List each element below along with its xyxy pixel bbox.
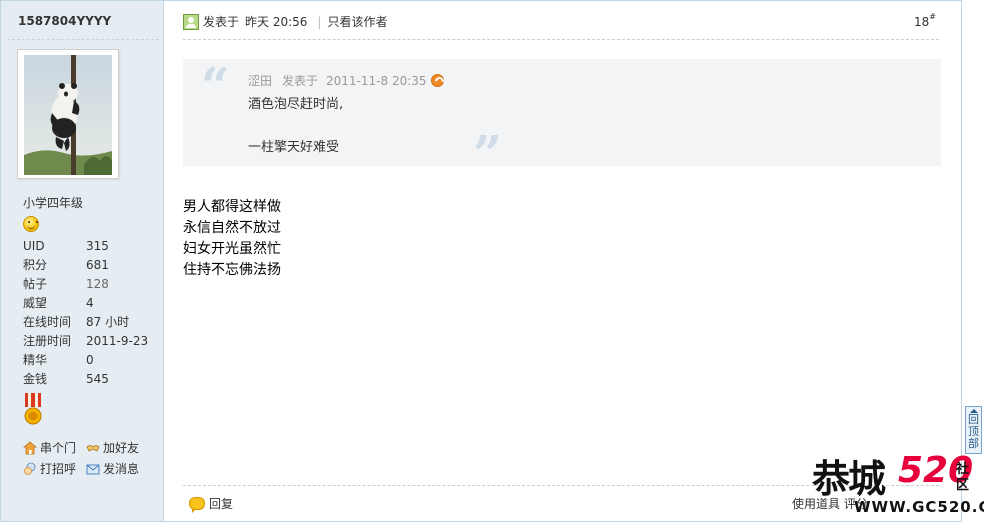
visit-label: 串个门	[40, 441, 77, 455]
stat-label: 精华	[23, 353, 48, 367]
post-body-line: 男人都得这样做	[183, 199, 281, 215]
quote-posted-prefix: 发表于	[282, 74, 319, 88]
reply-button[interactable]: 回复	[189, 495, 234, 513]
post-body-line: 妇女开光虽然忙	[183, 241, 281, 257]
post-body-line: 永信自然不放过	[183, 220, 281, 236]
divider	[183, 485, 939, 486]
avatar[interactable]	[17, 49, 119, 179]
post-container: 1587804YYYY 小学四年级 UID 315 积分 681 帖子 128 …	[0, 0, 962, 522]
stat-value: 545	[86, 372, 109, 386]
add-friend-label: 加好友	[103, 441, 140, 455]
post-tools[interactable]: 使用道具 评分	[792, 495, 868, 512]
posted-prefix: 发表于	[203, 15, 240, 29]
online-status-icon	[183, 13, 199, 30]
back-to-top-label: 回顶部	[968, 413, 979, 450]
reply-label: 回复	[209, 497, 234, 511]
posted-time: 昨天 20:56	[245, 15, 308, 29]
quote-time: 2011-11-8 20:35	[326, 73, 427, 88]
author-sidebar: 1587804YYYY 小学四年级 UID 315 积分 681 帖子 128 …	[1, 1, 164, 521]
floor-number-link[interactable]: 18#	[914, 12, 936, 29]
stat-label: UID	[23, 239, 45, 253]
post-meta: 发表于 昨天 20:56 | 只看该作者	[183, 13, 387, 30]
stat-label: 积分	[23, 258, 48, 272]
divider	[7, 39, 159, 40]
meta-separator: |	[317, 14, 322, 29]
stat-label: 在线时间	[23, 315, 72, 329]
open-quote-icon: “	[201, 56, 230, 115]
smiley-rank-icon	[23, 216, 39, 232]
user-rank[interactable]: 小学四年级	[23, 194, 83, 211]
handshake-icon	[86, 444, 100, 452]
quote-author: 涩田	[248, 74, 273, 88]
avatar-image	[24, 55, 112, 175]
floor-mark: #	[929, 12, 936, 21]
stat-label: 帖子	[23, 277, 48, 291]
author-username[interactable]: 1587804YYYY	[18, 14, 111, 28]
medal-icon[interactable]	[23, 393, 43, 427]
post-content-area: 发表于 昨天 20:56 | 只看该作者 18# “ 涩田 发表于 2011-1…	[165, 1, 962, 521]
home-icon	[23, 440, 37, 454]
only-author-link[interactable]: 只看该作者	[327, 13, 387, 30]
stat-value: 4	[86, 296, 94, 310]
add-friend-button[interactable]: 加好友	[86, 439, 139, 456]
divider	[183, 39, 939, 40]
stat-label: 金钱	[23, 372, 48, 386]
stat-value: 2011-9-23	[86, 334, 149, 348]
greet-icon	[24, 462, 36, 475]
stat-label: 威望	[23, 296, 48, 310]
stat-value: 315	[86, 239, 109, 253]
stat-value: 87 小时	[86, 315, 130, 329]
speech-bubble-icon	[189, 497, 205, 513]
send-message-button[interactable]: 发消息	[86, 460, 139, 477]
post-body-line: 住持不忘佛法扬	[183, 262, 281, 278]
floor-number: 18	[914, 15, 930, 29]
back-to-top-button[interactable]: 回顶部	[965, 406, 982, 454]
quote-text-line: 酒色泡尽赶时尚,	[248, 97, 344, 112]
quote-text-line: 一柱擎天好难受	[248, 140, 340, 155]
visit-button[interactable]: 串个门	[23, 439, 76, 456]
stat-value-link[interactable]: 128	[86, 277, 109, 291]
close-quote-icon: ”	[473, 124, 502, 183]
post-body: 男人都得这样做 永信自然不放过 妇女开光虽然忙 住持不忘佛法扬	[183, 197, 281, 281]
stat-value: 0	[86, 353, 94, 367]
quote-header: 涩田 发表于 2011-11-8 20:35	[248, 72, 444, 89]
stat-value: 681	[86, 258, 109, 272]
greet-button[interactable]: 打招呼	[23, 460, 76, 477]
greet-label: 打招呼	[40, 462, 77, 476]
send-message-label: 发消息	[103, 462, 140, 476]
stat-label: 注册时间	[23, 334, 72, 348]
quote-block: “ 涩田 发表于 2011-11-8 20:35 酒色泡尽赶时尚, 一柱擎天好难…	[183, 56, 941, 179]
jump-to-post-icon[interactable]	[430, 74, 444, 87]
envelope-icon	[86, 464, 100, 474]
